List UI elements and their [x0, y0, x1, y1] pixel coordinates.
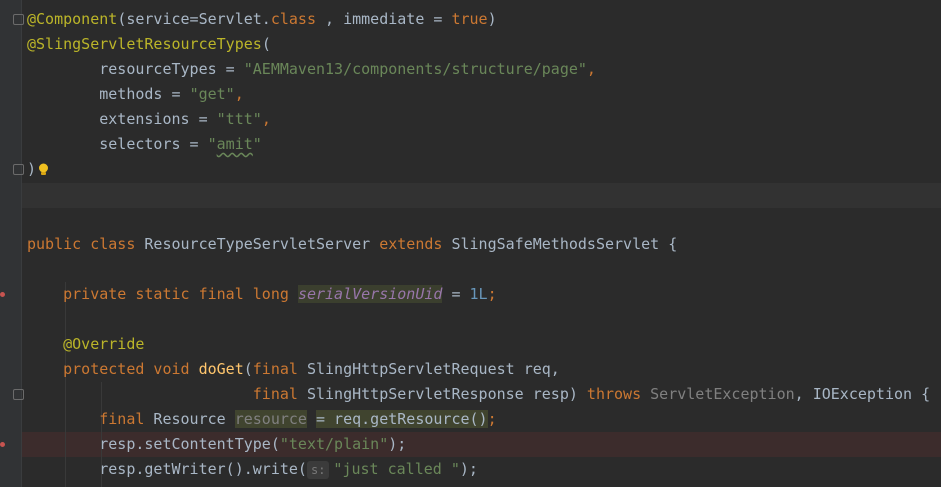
fold-marker-icon[interactable] [13, 14, 24, 25]
code-line-resource-types[interactable]: resourceTypes = "AEMMaven13/components/s… [27, 57, 596, 82]
unused-field-token: serialVersionUid [297, 285, 443, 303]
code-line-override[interactable]: @Override [27, 332, 144, 357]
code-line-resource-types-annotation[interactable]: @SlingServletResourceTypes( [27, 32, 271, 57]
annotation-token: @Component [27, 10, 118, 28]
code-line-serial-version-uid[interactable]: private static final long serialVersionU… [27, 282, 497, 307]
keyword-token: final [99, 410, 145, 428]
code-line-class-declaration[interactable]: public class ResourceTypeServletServer e… [27, 232, 677, 257]
intention-bulb-icon[interactable] [38, 163, 49, 176]
code-line-selectors[interactable]: selectors = "amit" [27, 132, 262, 157]
code-line-write[interactable]: resp.getWriter().write(s: "just called ")… [27, 457, 478, 482]
fold-marker-icon[interactable] [13, 389, 24, 400]
caret-line-highlight [22, 183, 941, 208]
keyword-token: final [252, 385, 298, 403]
code-editor[interactable]: @Component(service=Servlet.class , immed… [0, 0, 941, 487]
code-line-extensions[interactable]: extensions = "ttt", [27, 107, 271, 132]
string-token: "just called " [333, 460, 460, 478]
keyword-token: class [270, 10, 316, 28]
code-line-doget-params[interactable]: final SlingHttpServletResponse resp) thr… [27, 382, 930, 407]
keyword-token: throws [586, 385, 642, 403]
keyword-token: final [252, 360, 298, 378]
annotation-token: @Override [63, 335, 145, 353]
annotation-token: @SlingServletResourceTypes [27, 35, 262, 53]
breakpoint-icon[interactable] [0, 292, 5, 297]
typo-string-token: amit [216, 135, 253, 153]
method-name-token: doGet [198, 360, 244, 378]
keyword-token: true [451, 10, 488, 28]
string-token: "ttt" [216, 110, 262, 128]
keyword-token: private static final long [63, 285, 289, 303]
highlighted-expression: = req.getResource() [316, 410, 488, 428]
string-token: "text/plain" [279, 435, 389, 453]
number-token: 1L [469, 285, 488, 303]
keyword-token: protected void [63, 360, 190, 378]
code-line-set-content-type[interactable]: resp.setContentType("text/plain"); [27, 432, 406, 457]
breakpoint-icon[interactable] [0, 442, 5, 447]
keyword-token: extends [379, 235, 443, 253]
parameter-hint: s: [306, 461, 330, 479]
string-token: "AEMMaven13/components/structure/page" [243, 60, 587, 78]
code-line-component-annotation[interactable]: @Component(service=Servlet.class , immed… [27, 7, 497, 32]
code-line-doget-signature[interactable]: protected void doGet(final SlingHttpServ… [27, 357, 560, 382]
code-line-annotation-close[interactable]: ) [27, 157, 49, 182]
fold-marker-icon[interactable] [13, 164, 24, 175]
code-line-methods[interactable]: methods = "get", [27, 82, 244, 107]
editor-gutter[interactable] [0, 0, 22, 487]
keyword-token: public class [27, 235, 136, 253]
string-token: "get" [189, 85, 235, 103]
unused-variable-token: resource [234, 410, 307, 428]
unused-exception-token: ServletException [650, 385, 795, 403]
code-line-get-resource[interactable]: final Resource resource = req.getResourc… [27, 407, 497, 432]
